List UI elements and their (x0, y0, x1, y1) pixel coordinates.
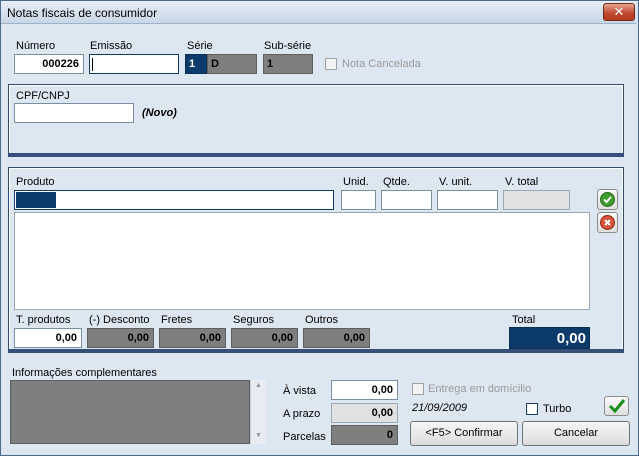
qtde-field[interactable] (381, 190, 432, 210)
vtotal-field (503, 190, 570, 210)
produto-label: Produto (16, 176, 55, 188)
seguros-field: 0,00 (231, 328, 298, 348)
confirm-item-button[interactable] (597, 189, 618, 210)
cpf-label: CPF/CNPJ (16, 90, 70, 102)
seguros-label: Seguros (233, 314, 274, 326)
vunit-label: V. unit. (439, 176, 473, 188)
total-display: 0,00 (509, 327, 590, 349)
entrega-checkbox[interactable] (412, 383, 424, 395)
items-panel-bar (8, 349, 624, 353)
info-textarea[interactable] (10, 380, 250, 444)
date-display: 21/09/2009 (412, 402, 468, 414)
total-label: Total (512, 314, 536, 326)
subserie-label: Sub-série (264, 40, 312, 52)
info-label: Informações complementares (12, 367, 157, 379)
vunit-field[interactable] (437, 190, 498, 210)
serie-label: Série (187, 40, 213, 52)
produto-field[interactable] (14, 190, 334, 210)
tprodutos-label: T. produtos (16, 314, 71, 326)
aprazo-field: 0,00 (331, 403, 398, 423)
customer-panel-bar (8, 153, 624, 157)
check-circle-icon (600, 192, 615, 207)
outros-field: 0,00 (303, 328, 370, 348)
serie-field-a[interactable]: 1 (185, 54, 207, 74)
outros-label: Outros (305, 314, 339, 326)
title-bar[interactable]: Notas fiscais de consumidor ✕ (1, 1, 636, 24)
quick-confirm-button[interactable] (604, 396, 629, 416)
fretes-field: 0,00 (159, 328, 226, 348)
avista-label: À vista (283, 385, 317, 397)
unid-label: Unid. (343, 176, 369, 188)
serie-field-b: D (207, 54, 257, 74)
items-list[interactable] (14, 212, 590, 310)
delete-circle-icon (600, 215, 615, 230)
info-scrollbar[interactable]: ▲ ▼ (250, 380, 266, 444)
customer-status: (Novo) (142, 107, 177, 119)
parcelas-field: 0 (331, 425, 398, 445)
turbo-label: Turbo (543, 403, 572, 415)
tprodutos-field[interactable]: 0,00 (14, 328, 82, 348)
scroll-down-icon[interactable]: ▼ (255, 432, 262, 439)
numero-label: Número (16, 40, 56, 52)
text-cursor (92, 58, 93, 71)
produto-selection (16, 192, 56, 208)
window-title: Notas fiscais de consumidor (7, 6, 158, 20)
cpf-field[interactable] (14, 103, 134, 123)
subserie-field: 1 (263, 54, 313, 74)
scroll-up-icon[interactable]: ▲ (255, 382, 262, 389)
nota-cancelada-label: Nota Cancelada (342, 58, 421, 70)
cancel-button[interactable]: Cancelar (522, 421, 630, 446)
close-button[interactable]: ✕ (603, 3, 635, 21)
unid-field[interactable] (341, 190, 376, 210)
qtde-label: Qtde. (383, 176, 410, 188)
aprazo-label: A prazo (283, 408, 321, 420)
vtotal-label: V. total (505, 176, 539, 188)
green-check-icon (608, 399, 626, 414)
desconto-label: (-) Desconto (89, 314, 150, 326)
avista-field[interactable]: 0,00 (331, 380, 398, 400)
parcelas-label: Parcelas (283, 431, 326, 443)
confirm-button[interactable]: <F5> Confirmar (410, 421, 518, 446)
desconto-field: 0,00 (87, 328, 154, 348)
remove-item-button[interactable] (597, 212, 618, 233)
nota-cancelada-checkbox[interactable] (325, 58, 337, 70)
emissao-label: Emissão (90, 40, 133, 52)
emissao-field[interactable] (89, 54, 179, 74)
fretes-label: Fretes (161, 314, 193, 326)
numero-field[interactable]: 000226 (14, 54, 84, 74)
entrega-label: Entrega em domícilio (428, 383, 532, 395)
turbo-checkbox[interactable] (526, 403, 538, 415)
